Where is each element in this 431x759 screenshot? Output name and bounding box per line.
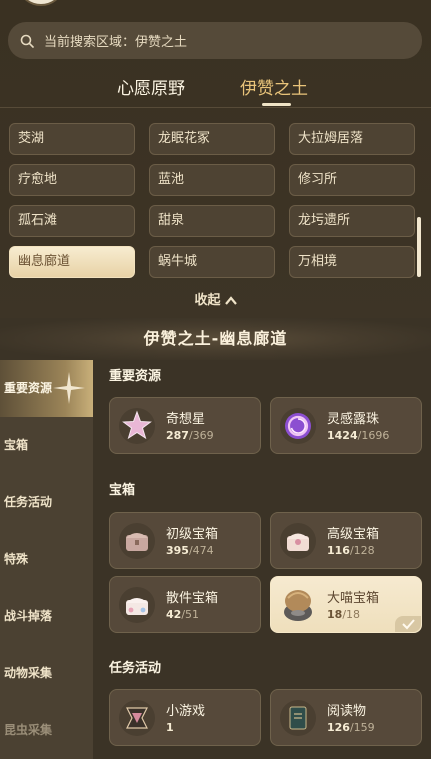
resource-card-cat-chest[interactable]: 大喵宝箱 18/18 [270,576,422,633]
collapse-label: 收起 [194,293,221,308]
sidebar-item-label: 战斗掉落 [4,609,53,623]
resource-count: 287/369 [166,429,214,442]
sidebar-item-quests[interactable]: 任务活动 [0,474,93,531]
resource-name: 阅读物 [327,704,367,719]
area-chip[interactable]: 龙眠花冢 [149,123,275,155]
sidebar-item-label: 宝箱 [4,438,29,452]
section-title-important: 重要资源 [109,369,162,384]
tab-wishfield[interactable]: 心愿原野 [117,74,185,99]
area-chip[interactable]: 大拉姆居落 [289,123,415,155]
resource-card-dewdrop[interactable]: 灵感露珠 1424/1696 [270,397,422,454]
cat-chest-icon [284,590,312,621]
area-chip[interactable]: 甜泉 [149,205,275,237]
area-chip[interactable]: 蓝池 [149,164,275,196]
sidebar-item-chests[interactable]: 宝箱 [0,417,93,474]
category-sidebar: 重要资源 宝箱 任务活动 特殊 战斗掉落 动物采集 昆虫采集 [0,360,93,759]
resource-card-loose-chest[interactable]: 散件宝箱 42/51 [109,576,261,633]
chest-icon [280,523,316,559]
area-chip-selected[interactable]: 幽息廊道 [9,246,135,278]
chest-icon [119,587,155,623]
search-bar[interactable]: 当前搜索区域：伊赞之土 [8,22,422,59]
resource-name: 小游戏 [166,704,206,719]
resource-name: 初级宝箱 [166,527,219,542]
section-title-quests: 任务活动 [109,661,162,676]
completed-badge [395,616,421,632]
collapse-button[interactable]: 收起 [0,289,431,308]
resource-card-advanced-chest[interactable]: 高级宝箱 116/128 [270,512,422,569]
resource-count: 1 [166,721,174,734]
minigame-icon [119,700,155,736]
resource-name: 灵感露珠 [327,412,380,427]
area-list-scrollbar[interactable] [417,217,421,277]
area-chip[interactable]: 万相境 [289,246,415,278]
sidebar-item-label: 动物采集 [4,666,53,680]
region-title: 伊赞之土-幽息廊道 [0,318,431,360]
section-title-chests: 宝箱 [109,483,136,498]
sidebar-item-label: 昆虫采集 [4,723,53,737]
tab-itzaland[interactable]: 伊赞之土 [240,74,308,99]
area-chip[interactable]: 龙圬遗所 [289,205,415,237]
sidebar-item-label: 重要资源 [4,381,53,395]
sidebar-item-label: 特殊 [4,552,29,566]
resource-name: 高级宝箱 [327,527,380,542]
resource-list[interactable]: 重要资源 奇想星 287/369 灵感露珠 1424/1696 宝箱 初级宝箱 … [93,360,431,759]
search-region-label: 当前搜索区域：伊赞之土 [44,35,188,50]
resource-name: 奇想星 [166,412,206,427]
resource-count: 395/474 [166,544,214,557]
area-chip[interactable]: 蜗牛城 [149,246,275,278]
region-tabs: 心愿原野 伊赞之土 [0,70,431,108]
resource-card-basic-chest[interactable]: 初级宝箱 395/474 [109,512,261,569]
resource-count: 42/51 [166,608,200,621]
sidebar-item-label: 任务活动 [4,495,53,509]
sidebar-item-important[interactable]: 重要资源 [0,360,93,417]
resource-name: 大喵宝箱 [327,591,380,606]
check-icon [402,619,415,630]
active-tab-indicator [262,103,291,106]
resource-card-minigame[interactable]: 小游戏 1 [109,689,261,746]
resource-count: 116/128 [327,544,375,557]
area-chip[interactable]: 修习所 [289,164,415,196]
resource-count: 1424/1696 [327,429,390,442]
area-chip[interactable]: 茭湖 [9,123,135,155]
area-chip[interactable]: 疗愈地 [9,164,135,196]
area-chip[interactable]: 孤石滩 [9,205,135,237]
book-icon [280,700,316,736]
sidebar-item-insects[interactable]: 昆虫采集 [0,702,93,759]
resource-count: 126/159 [327,721,375,734]
search-icon [20,34,34,48]
resource-name: 散件宝箱 [166,591,219,606]
dewdrop-icon [280,408,316,444]
resource-card-wish-star[interactable]: 奇想星 287/369 [109,397,261,454]
sidebar-item-animals[interactable]: 动物采集 [0,645,93,702]
star-icon [119,408,155,444]
sidebar-item-combat-drops[interactable]: 战斗掉落 [0,588,93,645]
sidebar-item-special[interactable]: 特殊 [0,531,93,588]
resource-count: 18/18 [327,608,361,621]
chest-icon [119,523,155,559]
sparkle-icon [53,372,85,404]
chevron-up-icon [224,296,237,305]
resource-card-reading[interactable]: 阅读物 126/159 [270,689,422,746]
